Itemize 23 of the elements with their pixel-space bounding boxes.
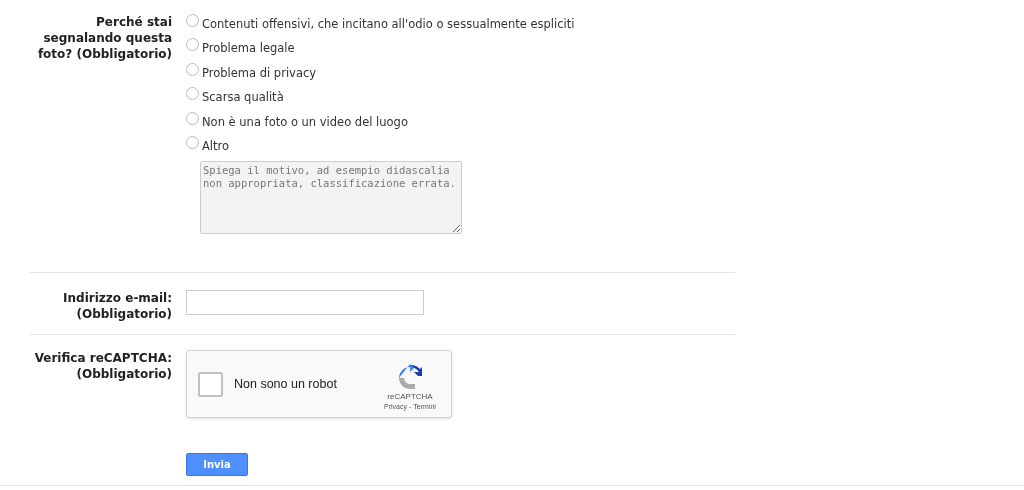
field-label: foto? (Obbligatorio) — [36, 46, 172, 62]
field-label: Indirizzo e-mail: — [62, 290, 172, 307]
radio-button[interactable] — [186, 135, 199, 149]
option-label: Problema di privacy — [202, 64, 317, 81]
option-label: Altro — [202, 137, 230, 154]
captcha-label: Non sono un robot — [234, 375, 338, 393]
recaptcha-logo-icon — [396, 363, 424, 392]
captcha-checkbox[interactable] — [198, 371, 223, 397]
reason-field[interactable]: Spiega il motivo, ad esempio didascalia non appropriata, classificazione errata. — [200, 161, 462, 235]
option-label: Contenuti offensivi, che incitano all'odio o sessualmente espliciti — [202, 16, 575, 32]
recaptcha-brand: reCAPTCHA — [387, 391, 433, 402]
radio-button[interactable] — [186, 38, 199, 52]
email-field[interactable] — [186, 290, 424, 316]
radio-button[interactable] — [186, 14, 199, 27]
radio-button[interactable] — [186, 111, 199, 125]
field-label: (Obbligatorio) — [75, 366, 172, 383]
option-label: Non è una foto o un video del luogo — [202, 113, 408, 130]
field-label: Verifica reCAPTCHA: — [33, 350, 172, 367]
field-label: (Obbligatorio) — [75, 306, 172, 323]
radio-button[interactable] — [186, 87, 199, 101]
radio-button[interactable] — [186, 62, 199, 76]
option-label: Scarsa qualità — [202, 89, 284, 106]
option-label: Problema legale — [202, 40, 295, 57]
